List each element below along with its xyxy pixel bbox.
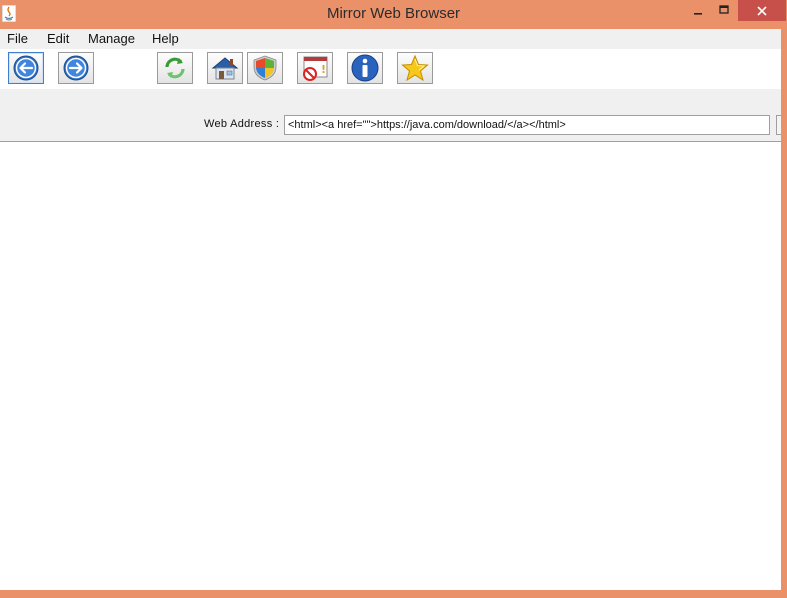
maximize-icon: [719, 5, 729, 14]
menu-help[interactable]: Help: [152, 31, 179, 46]
address-input[interactable]: [284, 115, 770, 135]
menu-file[interactable]: File: [7, 31, 28, 46]
toolbar: !: [0, 49, 781, 89]
refresh-button[interactable]: [157, 52, 193, 84]
stop-button[interactable]: !: [297, 52, 333, 84]
stop-warning-icon: !: [303, 56, 328, 81]
favorites-button[interactable]: [397, 52, 433, 84]
menu-edit[interactable]: Edit: [47, 31, 69, 46]
security-button[interactable]: [247, 52, 283, 84]
back-button[interactable]: [8, 52, 44, 84]
shield-icon: [253, 55, 277, 81]
title-bar[interactable]: Mirror Web Browser: [0, 0, 787, 29]
window-frame-right: [781, 29, 787, 598]
window-title: Mirror Web Browser: [326, 5, 461, 22]
close-button[interactable]: [738, 0, 786, 21]
back-arrow-icon: [13, 55, 39, 81]
menu-bar: File Edit Manage Help: [0, 29, 781, 49]
address-label: Web Address :: [204, 118, 280, 130]
web-content-pane[interactable]: [0, 142, 781, 590]
info-icon: [351, 54, 379, 82]
svg-text:!: !: [321, 63, 326, 76]
info-button[interactable]: [347, 52, 383, 84]
home-icon: [211, 57, 239, 80]
close-icon: [757, 5, 767, 16]
star-icon: [401, 54, 429, 82]
home-button[interactable]: [207, 52, 243, 84]
forward-arrow-icon: [63, 55, 89, 81]
minimize-icon: [694, 13, 702, 15]
window-frame-bottom: [0, 590, 787, 598]
maximize-button[interactable]: [712, 0, 736, 20]
forward-button[interactable]: [58, 52, 94, 84]
minimize-button[interactable]: [686, 0, 710, 20]
menu-manage[interactable]: Manage: [88, 31, 135, 46]
refresh-icon: [165, 57, 185, 79]
browser-client-area: File Edit Manage Help ! Web Address: <h…: [0, 29, 781, 590]
